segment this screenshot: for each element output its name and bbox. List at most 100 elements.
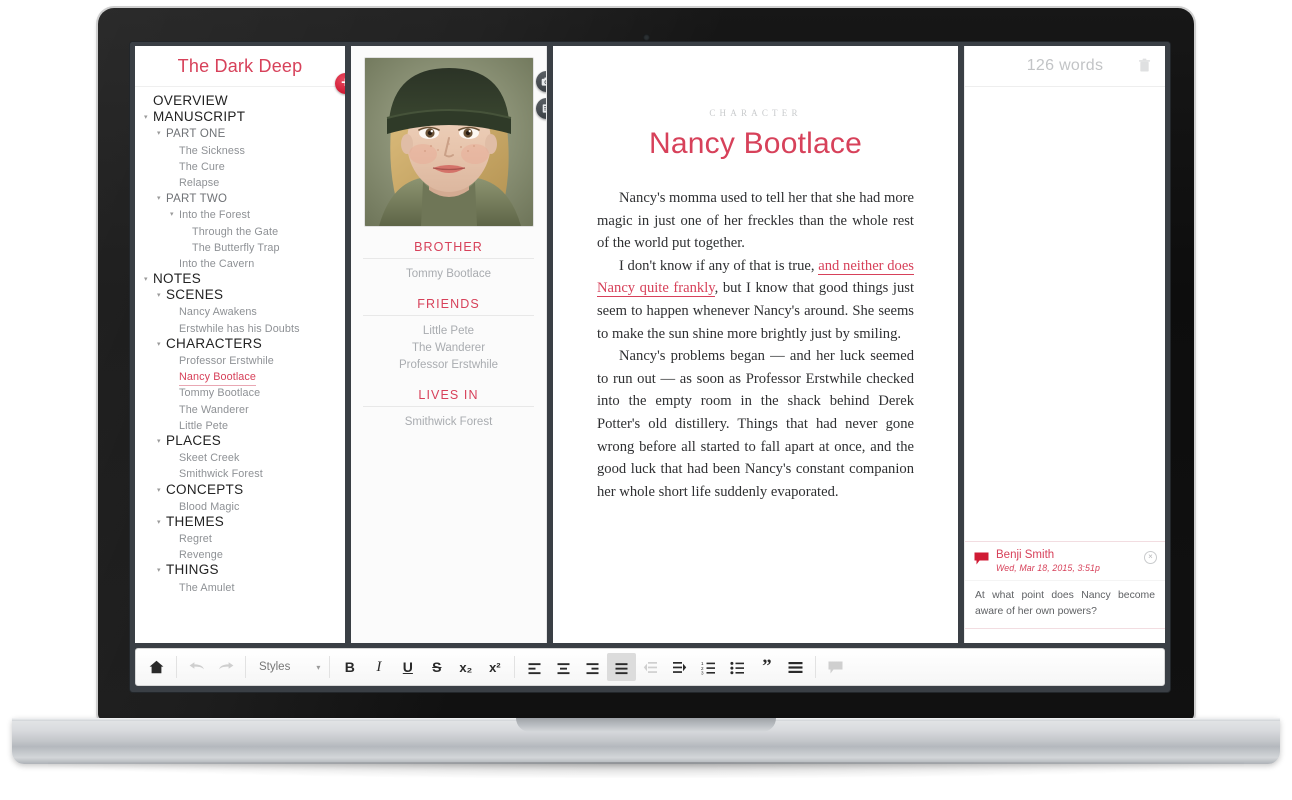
sidebar-item-the-butterfly-trap[interactable]: The Butterfly Trap [135,239,345,255]
comment-item[interactable]: Benji Smith Wed, Mar 18, 2015, 3:51p × At w… [965,541,1165,629]
align-right-button[interactable] [578,653,607,681]
sidebar-item-the-amulet[interactable]: The Amulet [135,579,345,595]
sidebar-item-concepts[interactable]: ▾ CONCEPTS [135,482,345,498]
comment-author: Benji Smith [996,549,1055,561]
svg-text:3: 3 [701,670,704,674]
trash-icon [1138,58,1151,72]
indent-button[interactable] [665,653,694,681]
project-title: The Dark Deep [177,55,303,76]
comments-list[interactable]: Benji Smith Wed, Mar 18, 2015, 3:51p × At w… [965,87,1165,643]
sidebar-item-label: Revenge [179,549,223,562]
italic-button[interactable]: I [364,653,393,681]
relationship-item[interactable]: Professor Erstwhile [361,357,536,374]
text-run: Nancy's problems began — and her luck se… [597,348,914,500]
align-justify-button[interactable] [607,653,637,681]
inspector-action-buttons [536,71,546,119]
sidebar-item-part-two[interactable]: ▾ PART TWO [135,190,345,206]
document-body[interactable]: Nancy's momma used to tell her that she … [597,187,914,503]
binder-tree[interactable]: OVERVIEW ▾ MANUSCRIPT ▾ PART ONE The Sickness… [135,87,345,643]
relationship-item[interactable]: Smithwick Forest [361,414,536,431]
numbered-list-button[interactable]: 123 [694,653,723,681]
character-photo[interactable] [364,58,533,226]
sidebar-item-revenge[interactable]: Revenge [135,546,345,562]
chevron-down-icon[interactable]: ▾ [157,433,161,450]
sidebar-item-places[interactable]: ▾ PLACES [135,433,345,449]
align-left-icon [527,660,542,675]
subscript-button[interactable]: x₂ [451,653,480,681]
sidebar-item-label: Into the Cavern [179,257,255,270]
chevron-down-icon[interactable]: ▾ [144,271,148,288]
sidebar-item-the-wanderer[interactable]: The Wanderer [135,401,345,417]
sidebar-item-notes[interactable]: ▾ NOTES [135,271,345,287]
sidebar-item-skeet-creek[interactable]: Skeet Creek [135,449,345,465]
sidebar-item-smithwick-forest[interactable]: Smithwick Forest [135,465,345,481]
relationship-heading: FRIENDS [363,297,534,316]
chevron-down-icon[interactable]: ▾ [170,206,174,223]
document-editor[interactable]: CHARACTER Nancy Bootlace Nancy's momma u… [553,46,958,643]
formatting-toolbar[interactable]: Styles ▾ B I U Sx₂ x² 1 2 3 ” [135,648,1165,686]
sidebar-item-part-one[interactable]: ▾ PART ONE [135,125,345,141]
chevron-down-icon[interactable]: ▾ [157,482,161,499]
sidebar-item-into-the-forest[interactable]: ▾ Into the Forest [135,206,345,222]
relationships-list: BROTHER Tommy Bootlace FRIENDS Little Pete T… [351,226,546,431]
comment-text[interactable]: At what point does Nancy become aware of… [965,581,1165,628]
word-count-label: 126 words [1026,57,1104,74]
close-icon[interactable]: × [1144,551,1157,564]
sidebar-item-the-cure[interactable]: The Cure [135,158,345,174]
toolbar-separator [245,656,246,678]
toolbar-separator [176,656,177,678]
change-photo-button[interactable] [536,71,546,92]
relationship-item[interactable]: Tommy Bootlace [361,266,536,283]
chevron-down-icon[interactable]: ▾ [157,190,161,207]
delete-comment-button[interactable] [1138,58,1151,78]
chevron-down-icon[interactable]: ▾ [144,109,148,126]
chevron-down-icon[interactable]: ▾ [157,336,161,353]
sidebar-item-regret[interactable]: Regret [135,530,345,546]
bullet-list-button[interactable] [723,653,752,681]
relationship-item[interactable]: The Wanderer [361,340,536,357]
chevron-down-icon[interactable]: ▾ [157,287,161,304]
align-left-button[interactable] [520,653,549,681]
sidebar-item-themes[interactable]: ▾ THEMES [135,514,345,530]
styles-dropdown[interactable]: Styles ▾ [251,661,324,673]
underline-button[interactable]: U [393,653,422,681]
metadata-button[interactable] [536,98,546,119]
relationship-item[interactable]: Little Pete [361,323,536,340]
app-content-area: The Dark Deep + OVERVIEW▾MANUSCRIPT▾PART… [130,42,1170,643]
home-button[interactable] [142,653,171,681]
sidebar-item-things[interactable]: ▾ THINGS [135,562,345,578]
strikethrough-button[interactable]: S [422,653,451,681]
sidebar-item-label: The Butterfly Trap [192,241,280,254]
sidebar-item-little-pete[interactable]: Little Pete [135,417,345,433]
sidebar-item-into-the-cavern[interactable]: Into the Cavern [135,255,345,271]
sidebar-item-nancy-awakens[interactable]: Nancy Awakens [135,303,345,319]
subscript-icon: x₂ [459,659,473,675]
chevron-down-icon[interactable]: ▾ [157,562,161,579]
sidebar-item-the-sickness[interactable]: The Sickness [135,142,345,158]
sidebar-item-manuscript[interactable]: ▾ MANUSCRIPT [135,109,345,125]
line-spacing-button[interactable] [781,653,810,681]
sidebar-item-through-the-gate[interactable]: Through the Gate [135,223,345,239]
sidebar-item-professor-erstwhile[interactable]: Professor Erstwhile [135,352,345,368]
sidebar-item-erstwhile-has-his-doubts[interactable]: Erstwhile has his Doubts [135,320,345,336]
undo-button [182,653,211,681]
bold-button[interactable]: B [335,653,364,681]
sidebar-item-tommy-bootlace[interactable]: Tommy Bootlace [135,384,345,400]
chevron-down-icon[interactable]: ▾ [157,125,161,142]
sidebar-item-relapse[interactable]: Relapse [135,174,345,190]
sidebar-item-overview[interactable]: OVERVIEW [135,93,345,109]
document-page: CHARACTER Nancy Bootlace Nancy's momma u… [553,46,958,503]
strikethrough-icon: S [432,659,442,675]
sidebar-item-scenes[interactable]: ▾ SCENES [135,287,345,303]
chevron-down-icon[interactable]: ▾ [157,514,161,531]
sidebar-item-characters[interactable]: ▾ CHARACTERS [135,336,345,352]
sidebar-item-label: Nancy Awakens [179,306,257,319]
sidebar-item-label: CONCEPTS [166,481,244,497]
sidebar-item-nancy-bootlace[interactable]: Nancy Bootlace [135,368,345,387]
align-right-icon [585,660,600,675]
blockquote-button[interactable]: ” [752,653,781,681]
sidebar-item-blood-magic[interactable]: Blood Magic [135,498,345,514]
superscript-button[interactable]: x² [480,653,509,681]
portrait-illustration [364,58,533,226]
align-center-button[interactable] [549,653,578,681]
